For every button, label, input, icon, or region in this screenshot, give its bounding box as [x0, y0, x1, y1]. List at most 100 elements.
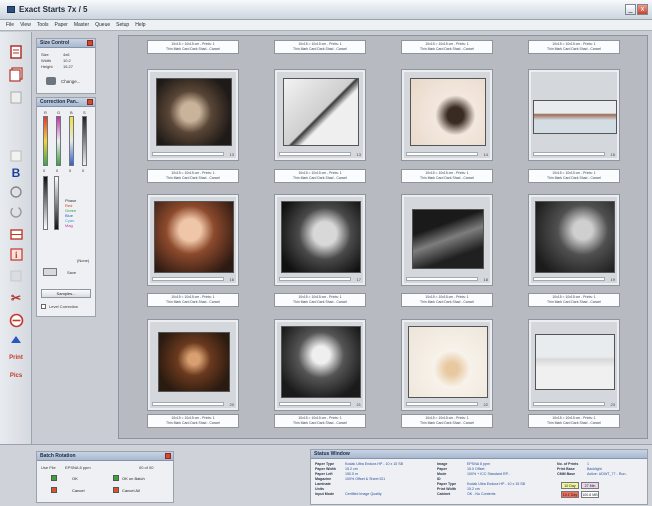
photo-thumbnail[interactable]: 15 — [528, 69, 620, 161]
bold-b-icon[interactable]: B — [8, 165, 24, 181]
contrast-slider[interactable] — [54, 176, 59, 230]
close-icon[interactable] — [165, 453, 171, 459]
crop-icon[interactable] — [8, 226, 24, 242]
batch-count: 00 of 00 — [139, 465, 154, 470]
rotate-right-icon[interactable] — [8, 204, 24, 220]
batch-cancel-all-button[interactable]: Cancel All — [113, 486, 140, 494]
status-row-label: Print Width — [437, 487, 457, 491]
menu-view[interactable]: View — [20, 22, 31, 28]
thumbnail-caption: 10x15 = 10x15 cm - Prints: 1 Thin Mark Ca… — [401, 40, 493, 54]
menu-help[interactable]: Help — [135, 22, 145, 28]
batch-cancel-button[interactable]: Cancel — [51, 486, 84, 494]
thumbnail-strip — [279, 152, 351, 156]
caption-line-2: Thin Mark Card Dark Shad - Cancel — [293, 176, 347, 180]
status-row-value: 100% + ICC Standard RP.. — [467, 472, 510, 476]
status-row-value: 15.2 cm — [345, 467, 358, 471]
close-icon[interactable] — [87, 40, 93, 46]
status-row-value: 15.2 cm — [467, 487, 480, 491]
copy-icon[interactable] — [8, 89, 24, 105]
thumbnail-caption: 10x15 = 10x15 cm - Prints: 1 Thin Mark Ca… — [274, 40, 366, 54]
status-tag-1: 10 Day — [561, 482, 579, 489]
thumbnail-image — [535, 201, 615, 273]
scissors-icon[interactable]: ✂ — [8, 290, 24, 306]
thumbnail-caption: 10x15 = 10x15 cm - Prints: 1 Thin Mark Ca… — [147, 40, 239, 54]
batch-ok-all-button[interactable]: OK on Batch — [113, 474, 145, 482]
window-title: Exact Starts 7x / 5 — [19, 5, 88, 14]
green-slider[interactable] — [56, 116, 61, 166]
status-row-label: Paper Left — [315, 472, 333, 476]
status-row-label: Input Mode — [315, 492, 335, 496]
menu-file[interactable]: File — [6, 22, 14, 28]
density-slider[interactable] — [43, 176, 48, 230]
thumbnail-caption: 10x15 = 10x15 cm - Prints: 1 Thin Mark Ca… — [528, 414, 620, 428]
photo-thumbnail[interactable]: 20 — [147, 319, 239, 411]
photo-thumbnail[interactable]: 13 — [147, 69, 239, 161]
photo-thumbnail[interactable]: 19 — [528, 194, 620, 286]
thumbnail-image — [408, 326, 488, 398]
blue-slider[interactable] — [69, 116, 74, 166]
photo-thumbnail[interactable]: 23 — [528, 319, 620, 411]
menu-setup[interactable]: Setup — [116, 22, 129, 28]
print-plus-icon[interactable]: Pics — [8, 368, 24, 384]
status-row-label: Mode — [437, 472, 447, 476]
status-row-value: 150.5 m — [345, 472, 358, 476]
paste-icon[interactable] — [8, 147, 24, 163]
status-row-value: 15.0 Offset — [467, 467, 485, 471]
send-print-icon[interactable] — [8, 332, 24, 348]
menu-master[interactable]: Master — [74, 22, 89, 28]
batch-ok-button[interactable]: OK — [51, 474, 78, 482]
thumbnail-image — [156, 78, 232, 146]
caption-line-2: Thin Mark Card Dark Shad - Cancel — [166, 300, 220, 304]
thumbnail-number: 17 — [356, 277, 361, 282]
photo-thumbnail[interactable]: 13 — [274, 69, 366, 161]
correction-title: Correction Pan.. — [37, 98, 95, 107]
correction-title-text: Correction Pan.. — [40, 99, 79, 105]
close-icon[interactable] — [87, 99, 93, 105]
photo-thumbnail[interactable]: 14 — [401, 69, 493, 161]
page-icon[interactable] — [8, 44, 24, 60]
no-entry-icon[interactable] — [8, 312, 24, 328]
size-control-panel: Size Control Size 4x6 Width 10.2 Height … — [36, 38, 96, 94]
minimize-button[interactable]: _ — [625, 4, 636, 15]
thumbnail-strip — [406, 402, 478, 406]
status-row: CMM Base Active: UDWT_77 - Run.. — [557, 472, 647, 477]
pages-icon[interactable] — [8, 66, 24, 82]
menu-queue[interactable]: Queue — [95, 22, 110, 28]
saturation-slider[interactable] — [82, 116, 87, 166]
window-controls: _ x — [625, 4, 648, 15]
close-button[interactable]: x — [637, 4, 648, 15]
level-correction-checkbox[interactable] — [41, 304, 46, 309]
menu-paper[interactable]: Paper — [55, 22, 68, 28]
photo-thumbnail[interactable]: 16 — [147, 194, 239, 286]
thumbnail-strip — [279, 402, 351, 406]
photo-thumbnail[interactable]: 18 — [401, 194, 493, 286]
menu-tools[interactable]: Tools — [37, 22, 49, 28]
status-row-label: Paper — [437, 467, 447, 471]
photo-thumbnail[interactable]: 22 — [401, 319, 493, 411]
info-icon[interactable]: i — [8, 246, 24, 262]
red-slider[interactable] — [43, 116, 48, 166]
batch-title-text: Batch Rotation — [40, 453, 76, 459]
photo-thumbnail[interactable]: 17 — [274, 194, 366, 286]
change-button[interactable]: Change... — [61, 79, 81, 84]
batch-title: Batch Rotation — [37, 452, 173, 461]
thumbnail-strip — [406, 152, 478, 156]
thumbnail-image — [410, 78, 486, 146]
save-label[interactable]: Save — [67, 270, 76, 275]
samples-button[interactable]: Samples... — [41, 289, 91, 298]
thumbnail-image — [281, 326, 361, 398]
title-bar: Exact Starts 7x / 5 _ x — [0, 0, 652, 20]
caption-line-2: Thin Mark Card Dark Shad - Cancel — [293, 300, 347, 304]
rotate-left-icon[interactable] — [8, 184, 24, 200]
size-control-title: Size Control — [37, 39, 95, 48]
status-col-2: Image EPSNA 8 ppm Paper 15.0 Offset Mode 100%… — [437, 462, 555, 497]
thumbnail-image — [154, 201, 234, 273]
photo-thumbnail[interactable]: 21 — [274, 319, 366, 411]
print-page-icon[interactable]: Print — [8, 350, 24, 366]
blue-value: 0 — [69, 168, 72, 173]
width-label: Width — [41, 58, 52, 63]
thumbnail-caption: 10x15 = 10x15 cm - Prints: 1 Thin Mark Ca… — [147, 293, 239, 307]
save-swatch-icon[interactable] — [43, 268, 57, 276]
caption-line-2: Thin Mark Card Dark Shad - Cancel — [293, 47, 347, 51]
caption-line-2: Thin Mark Card Dark Shad - Cancel — [547, 421, 601, 425]
